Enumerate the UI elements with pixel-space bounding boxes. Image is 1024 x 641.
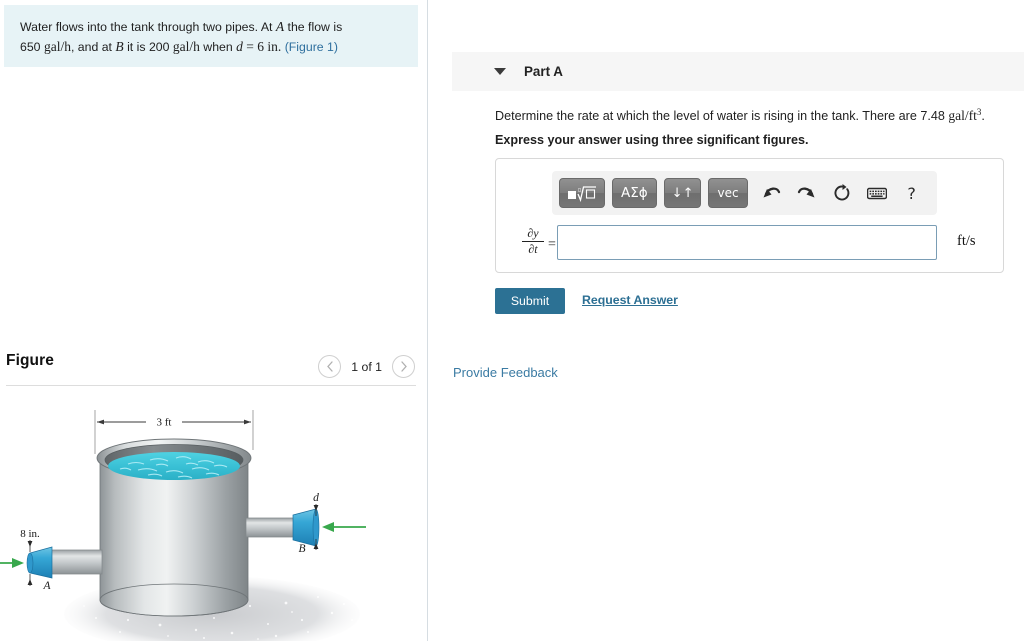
updown-arrow-button[interactable]: ↓↑ — [663, 178, 702, 208]
equals-sign: = — [548, 237, 556, 252]
help-label: ? — [907, 183, 916, 203]
chevron-right-icon — [400, 361, 407, 372]
problem-unit-gal-h-2: gal/h — [172, 39, 200, 55]
caret-down-icon[interactable] — [494, 68, 506, 75]
math-toolbar: ▫ ΑΣϕ ↓↑ vec ? — [552, 171, 937, 215]
problem-statement: Water flows into the tank through two pi… — [4, 5, 418, 68]
keyboard-icon[interactable] — [866, 180, 888, 206]
greek-symbols-button[interactable]: ΑΣϕ — [612, 178, 657, 208]
problem-line2-c: when — [199, 40, 237, 54]
answer-unit-label: ft/s — [957, 233, 976, 249]
pipe-a — [26, 546, 103, 579]
question-text-main: Determine the rate at which the level of… — [495, 109, 949, 124]
problem-line1-a: Water flows into the tank through two pi… — [20, 20, 276, 34]
problem-line2-a: , and at — [70, 40, 116, 54]
provide-feedback-link[interactable]: Provide Feedback — [453, 365, 558, 380]
pipe-b-arrow — [322, 522, 366, 532]
problem-line1-b: the flow is — [284, 20, 343, 34]
answer-input[interactable] — [557, 225, 937, 260]
vector-button[interactable]: vec — [708, 178, 748, 208]
updown-arrow-label: ↓↑ — [671, 185, 694, 201]
dimension-d-label: d — [313, 492, 319, 504]
answer-box: ▫ ΑΣϕ ↓↑ vec ? ∂y ∂t = ft/s — [495, 158, 1004, 273]
pipe-b — [245, 508, 320, 547]
submit-button[interactable]: Submit — [495, 288, 565, 314]
question-unit: gal/ft — [948, 108, 977, 124]
figure-diagram: 3 ft d B 8 in. A — [0, 392, 428, 641]
figure-next-button[interactable] — [392, 355, 415, 378]
vector-label: vec — [717, 186, 739, 200]
question-text: Determine the rate at which the level of… — [495, 103, 1024, 125]
problem-value-a: 650 — [20, 40, 41, 54]
figure-navigation: 1 of 1 — [318, 355, 415, 378]
problem-line2-b: it is — [123, 40, 149, 54]
redo-icon[interactable] — [796, 180, 818, 206]
label-point-b: B — [298, 543, 305, 555]
reset-icon[interactable] — [831, 180, 853, 206]
request-answer-link[interactable]: Request Answer — [582, 293, 678, 307]
problem-var-d: d — [236, 39, 243, 54]
figure-divider — [6, 385, 416, 386]
problem-unit-in: in. — [267, 39, 282, 54]
chevron-left-icon — [326, 361, 333, 372]
problem-unit-gal-h-1: gal/h — [43, 39, 71, 55]
nth-root-button[interactable]: ▫ — [559, 178, 605, 208]
right-panel: Part A Determine the rate at which the l… — [429, 0, 1024, 641]
help-icon[interactable]: ? — [901, 180, 923, 206]
greek-symbols-label: ΑΣϕ — [621, 185, 648, 201]
figure-reference-link[interactable]: (Figure 1) — [285, 40, 338, 54]
nth-root-icon: ▫ — [568, 185, 596, 202]
undo-icon[interactable] — [761, 180, 783, 206]
figure-title: Figure — [6, 352, 54, 369]
problem-value-b: 200 — [148, 40, 170, 54]
keyboard-glyph-icon — [866, 187, 887, 199]
part-a-title: Part A — [524, 64, 563, 79]
tank-diagram-svg: 3 ft d B 8 in. A — [0, 410, 366, 641]
dimension-8in-label: 8 in. — [20, 528, 40, 540]
tank-body — [99, 457, 249, 617]
pipe-a-arrow — [0, 558, 24, 568]
instruction-text: Express your answer using three signific… — [495, 133, 809, 147]
left-panel: Water flows into the tank through two pi… — [0, 0, 428, 641]
problem-eq-d: = 6 — [242, 39, 268, 54]
water-surface — [108, 452, 240, 480]
undo-arrow-icon — [763, 187, 781, 197]
problem-var-b: B — [115, 39, 124, 54]
problem-statement-text: Water flows into the tank through two pi… — [20, 17, 402, 57]
page-root: Water flows into the tank through two pi… — [0, 0, 1024, 641]
redo-arrow-icon — [797, 187, 815, 197]
part-a-header[interactable]: Part A — [452, 52, 1024, 91]
figure-counter: 1 of 1 — [351, 359, 382, 374]
figure-prev-button[interactable] — [318, 355, 342, 378]
label-point-a: A — [42, 580, 51, 592]
svg-text:▫: ▫ — [578, 186, 582, 193]
reset-circle-icon — [834, 184, 849, 201]
question-text-end: . — [981, 109, 985, 124]
dimension-3ft-label: 3 ft — [157, 417, 172, 429]
problem-var-a: A — [275, 19, 285, 34]
